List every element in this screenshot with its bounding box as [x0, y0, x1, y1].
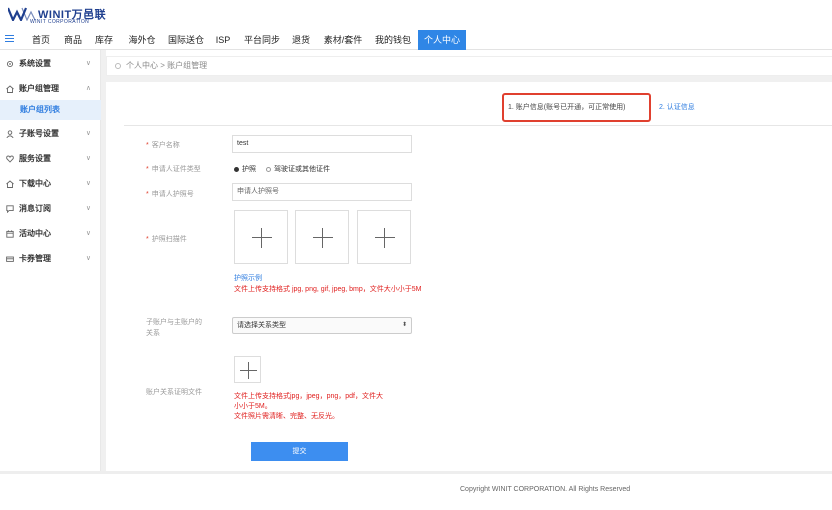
message-icon — [6, 205, 14, 213]
divider — [124, 125, 832, 126]
footer: Copyright WINIT CORPORATION. All Rights … — [0, 471, 832, 510]
sidebar-item-sub-accounts[interactable]: 子账号设置 ∨ — [0, 123, 101, 145]
sidebar-item-account-group[interactable]: 账户组管理 ∧ — [0, 78, 101, 100]
chevron-up-icon: ∧ — [85, 85, 91, 92]
brand-subtitle: WINIT CORPORATION — [30, 19, 90, 25]
passport-upload-slot-2[interactable] — [295, 210, 349, 264]
required-mark: * — [146, 142, 149, 149]
sidebar-item-label: 服务设置 — [19, 154, 51, 163]
sidebar-item-label: 活动中心 — [19, 229, 51, 238]
chevron-down-icon: ∨ — [85, 180, 91, 187]
step-account-info[interactable]: 1. 账户信息(账号已开通，可正常使用) — [508, 102, 625, 112]
required-mark: * — [146, 166, 149, 173]
chevron-down-icon: ∨ — [85, 255, 91, 262]
menu-icon[interactable] — [5, 35, 14, 44]
breadcrumb-home-icon[interactable] — [115, 63, 121, 69]
nav-item-isp[interactable]: ISP — [211, 30, 235, 50]
sidebar-item-label: 系统设置 — [19, 59, 51, 68]
radio-driver-license[interactable]: 驾驶证或其他证件 — [265, 164, 330, 174]
sidebar-item-label: 子账号设置 — [19, 129, 59, 138]
required-mark: * — [146, 236, 149, 243]
chevron-down-icon: ∨ — [85, 60, 91, 67]
passport-scan-label: * 护照扫描件 — [146, 236, 187, 243]
user-icon — [6, 130, 14, 138]
chevron-down-icon: ∨ — [85, 230, 91, 237]
id-type-label: * 申请人证件类型 — [146, 166, 201, 173]
nav-item-returns[interactable]: 退货 — [288, 30, 314, 50]
sidebar-item-download-center[interactable]: 下载中心 ∨ — [0, 173, 101, 195]
nav-item-international-shipping[interactable]: 国际送仓 — [165, 30, 207, 50]
radio-checked-icon — [234, 166, 239, 172]
relation-label: 子账户与主账户的 关系 — [146, 319, 202, 337]
top-nav: 首页 商品 库存 海外仓 国际送仓 ISP 平台同步 退货 素材/套件 我的钱包… — [0, 30, 832, 50]
plus-icon — [375, 237, 395, 238]
proof-upload-note: 文件上传支持格式jpg，jpeg，png，pdf，文件大 小小于5M。 文件照片… — [234, 393, 383, 420]
sidebar-item-activity-center[interactable]: 活动中心 ∨ — [0, 223, 101, 245]
plus-icon — [252, 237, 272, 238]
chevron-down-icon: ∨ — [85, 205, 91, 212]
plus-icon — [313, 237, 333, 238]
required-mark: * — [146, 191, 149, 198]
chevron-down-icon: ∨ — [85, 155, 91, 162]
proof-document-label: 账户关系证明文件 — [146, 389, 202, 396]
nav-item-inventory[interactable]: 库存 — [91, 30, 117, 50]
ticket-icon — [6, 256, 14, 262]
nav-item-personal-center[interactable]: 个人中心 — [418, 30, 466, 50]
radio-unchecked-icon — [265, 166, 271, 172]
nav-item-overseas-warehouse[interactable]: 海外仓 — [125, 30, 159, 50]
settings-icon — [6, 60, 14, 68]
breadcrumb-text: 个人中心 > 账户组管理 — [126, 61, 208, 70]
nav-item-products[interactable]: 商品 — [60, 30, 86, 50]
nav-item-home[interactable]: 首页 — [28, 30, 54, 50]
nav-item-platform-sync[interactable]: 平台同步 — [241, 30, 283, 50]
home-icon — [6, 180, 14, 188]
select-arrows-icon: ⬍ — [401, 322, 407, 328]
radio-passport[interactable]: 护照 — [234, 164, 256, 174]
customer-name-label: * 客户名称 — [146, 142, 180, 149]
nav-item-my-wallet[interactable]: 我的钱包 — [372, 30, 414, 50]
passport-number-label: * 申请人护照号 — [146, 191, 194, 198]
passport-number-field[interactable]: 申请人护照号 — [232, 183, 412, 201]
copyright-text: Copyright WINIT CORPORATION. All Rights … — [460, 486, 631, 493]
passport-upload-slot-1[interactable] — [234, 210, 288, 264]
sidebar-item-system-settings[interactable]: 系统设置 ∨ — [0, 53, 101, 75]
heart-icon — [6, 155, 14, 163]
submit-button[interactable]: 提交 — [251, 442, 348, 461]
calendar-icon — [6, 230, 14, 238]
main-content: 1. 账户信息(账号已开通，可正常使用) 2. 认证信息 * 客户名称 test … — [106, 82, 832, 471]
id-type-radio-group: 护照 驾驶证或其他证件 — [234, 164, 338, 174]
proof-upload-slot[interactable] — [234, 356, 261, 383]
sidebar: 系统设置 ∨ 账户组管理 ∧ 账户组列表 子账号设置 ∨ 服务设置 ∨ 下载中心… — [0, 50, 101, 471]
sidebar-subitem-label: 账户组列表 — [20, 105, 60, 114]
sidebar-item-coupon-management[interactable]: 卡券管理 ∨ — [0, 248, 101, 270]
relation-type-select[interactable]: 请选择关系类型 ⬍ — [232, 317, 412, 334]
step-verification-info[interactable]: 2. 认证信息 — [659, 102, 695, 112]
home-icon — [6, 85, 14, 93]
passport-upload-note: 文件上传支持格式 jpg, png, gif, jpeg, bmp，文件大小小于… — [234, 286, 422, 293]
sidebar-item-label: 下载中心 — [19, 179, 51, 188]
chevron-down-icon: ∨ — [85, 130, 91, 137]
sidebar-subitem-account-group-list[interactable]: 账户组列表 — [0, 100, 101, 120]
sidebar-item-service-settings[interactable]: 服务设置 ∨ — [0, 148, 101, 170]
sidebar-item-label: 消息订阅 — [19, 204, 51, 213]
passport-sample-link[interactable]: 护照示例 — [234, 273, 262, 283]
passport-upload-slot-3[interactable] — [357, 210, 411, 264]
sidebar-item-label: 账户组管理 — [19, 84, 59, 93]
breadcrumb: 个人中心 > 账户组管理 — [106, 56, 832, 76]
header: WINIT万邑联 WINIT CORPORATION — [0, 0, 832, 30]
sidebar-item-label: 卡券管理 — [19, 254, 51, 263]
customer-name-field[interactable]: test — [232, 135, 412, 153]
sidebar-item-message-subscription[interactable]: 消息订阅 ∨ — [0, 198, 101, 220]
nav-item-materials[interactable]: 素材/套件 — [320, 30, 366, 50]
